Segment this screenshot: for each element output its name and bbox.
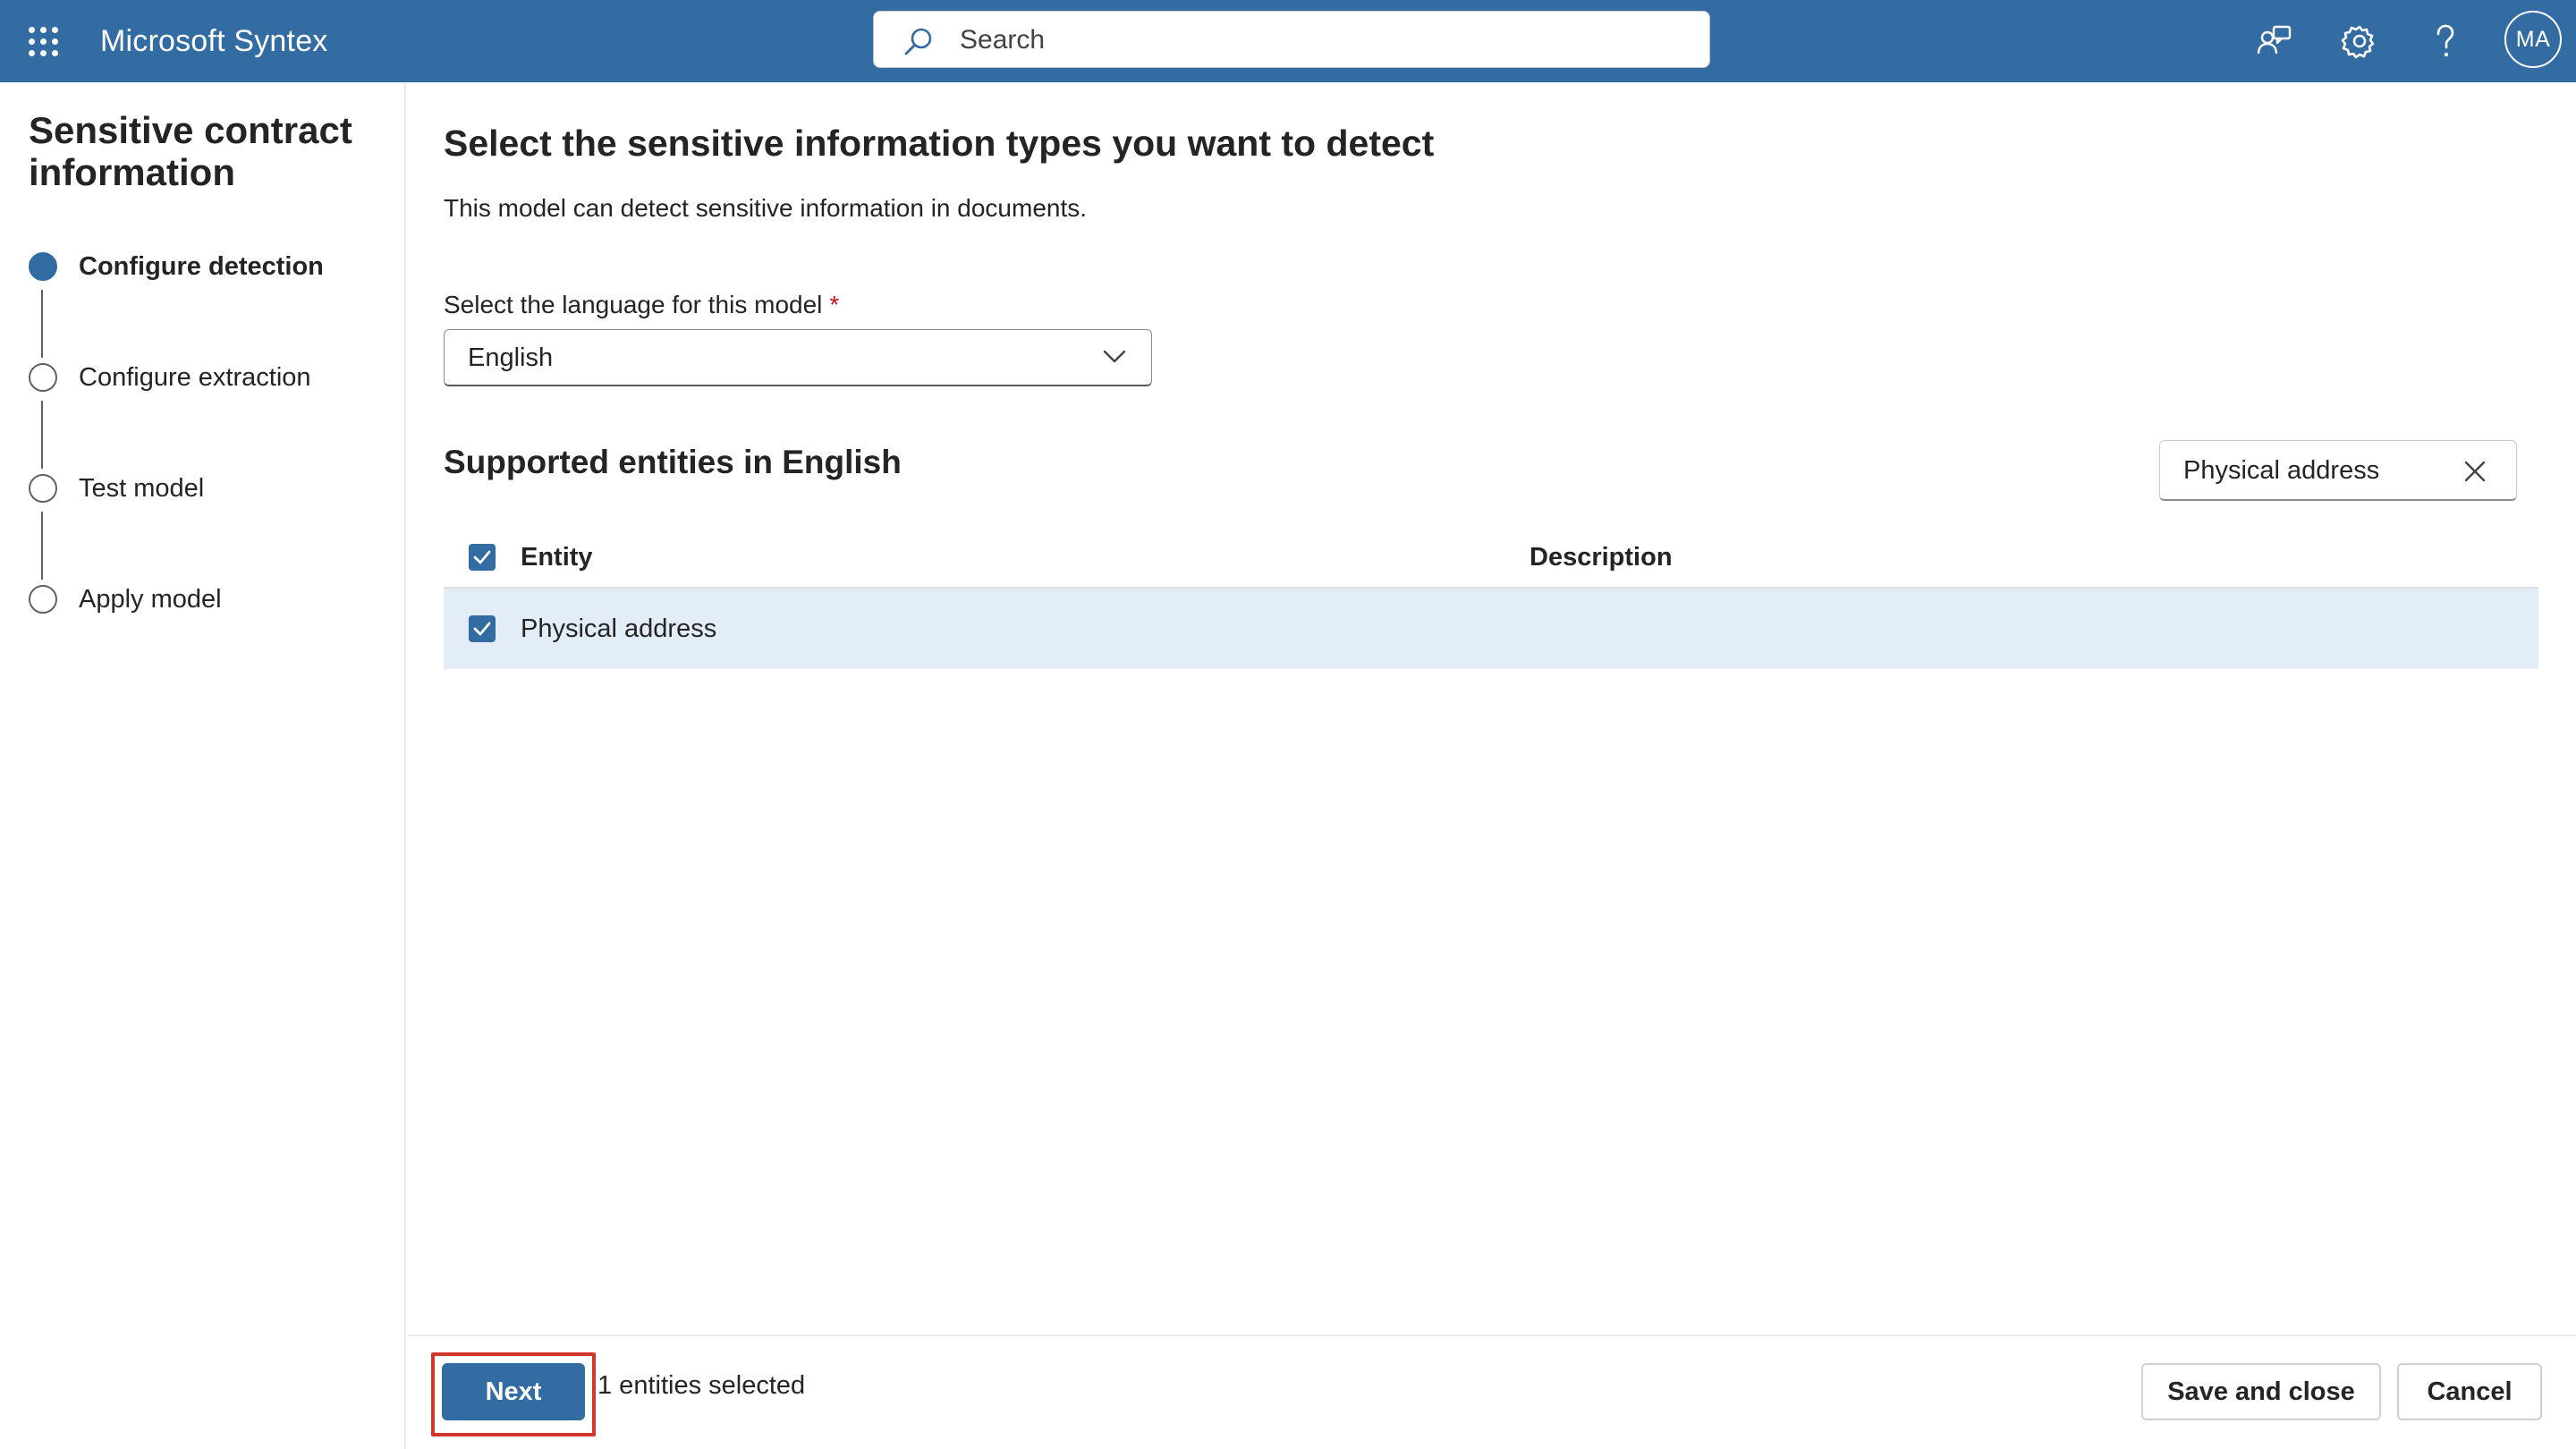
step-label: Configure extraction bbox=[79, 363, 311, 392]
search-placeholder: Search bbox=[960, 25, 1046, 55]
entity-cell: Physical address bbox=[521, 614, 717, 643]
step-indicator bbox=[29, 474, 57, 503]
column-header-entity[interactable]: Entity bbox=[521, 540, 593, 574]
step-indicator-current bbox=[29, 252, 57, 281]
close-icon[interactable] bbox=[2462, 459, 2487, 484]
search-icon bbox=[904, 28, 932, 55]
checkmark-icon bbox=[473, 550, 491, 564]
main-panel: Select the sensitive information types y… bbox=[408, 82, 2576, 1335]
chevron-down-icon bbox=[1103, 350, 1126, 363]
step-indicator bbox=[29, 585, 57, 614]
entity-filter-input[interactable]: Physical address bbox=[2159, 440, 2517, 501]
cancel-button[interactable]: Cancel bbox=[2397, 1363, 2542, 1420]
language-dropdown[interactable]: English bbox=[444, 329, 1152, 386]
feedback-icon[interactable] bbox=[2252, 20, 2295, 63]
page-title: Select the sensitive information types y… bbox=[444, 123, 1435, 164]
next-button[interactable]: Next bbox=[442, 1363, 585, 1420]
select-all-checkbox[interactable] bbox=[469, 544, 496, 571]
entities-heading: Supported entities in English bbox=[444, 444, 902, 480]
save-and-close-button[interactable]: Save and close bbox=[2141, 1363, 2381, 1420]
column-header-description[interactable]: Description bbox=[1530, 540, 1673, 574]
wizard-rail: Sensitive contract information Configure… bbox=[0, 82, 406, 1449]
required-marker: * bbox=[829, 291, 840, 318]
language-label: Select the language for this model * bbox=[444, 288, 839, 322]
top-bar: Microsoft Syntex Search MA bbox=[0, 0, 2576, 82]
table-header: Entity Description bbox=[444, 524, 2538, 589]
step-label: Configure detection bbox=[79, 252, 324, 281]
footer-bar: Next 1 entities selected Save and close … bbox=[408, 1335, 2576, 1449]
app-title[interactable]: Microsoft Syntex bbox=[100, 21, 328, 61]
gear-icon[interactable] bbox=[2338, 20, 2381, 63]
search-box[interactable]: Search bbox=[873, 11, 1710, 68]
selected-count: 1 entities selected bbox=[597, 1371, 806, 1400]
step-connector bbox=[41, 512, 43, 580]
step-label: Apply model bbox=[79, 585, 222, 614]
step-connector bbox=[41, 401, 43, 469]
filter-value: Physical address bbox=[2183, 456, 2380, 485]
language-value: English bbox=[468, 343, 554, 372]
model-title: Sensitive contract information bbox=[29, 109, 352, 193]
step-indicator bbox=[29, 363, 57, 392]
language-label-text: Select the language for this model bbox=[444, 291, 823, 318]
step-connector bbox=[41, 290, 43, 358]
help-icon[interactable] bbox=[2424, 20, 2467, 63]
step-label: Test model bbox=[79, 474, 205, 503]
checkmark-icon bbox=[473, 622, 491, 636]
row-checkbox[interactable] bbox=[469, 615, 496, 642]
table-row[interactable]: Physical address bbox=[444, 589, 2538, 669]
page-description: This model can detect sensitive informat… bbox=[444, 194, 1088, 222]
avatar[interactable]: MA bbox=[2504, 11, 2562, 68]
entities-table: Entity Description Physical address bbox=[444, 524, 2538, 669]
app-launcher-icon[interactable] bbox=[25, 23, 61, 59]
